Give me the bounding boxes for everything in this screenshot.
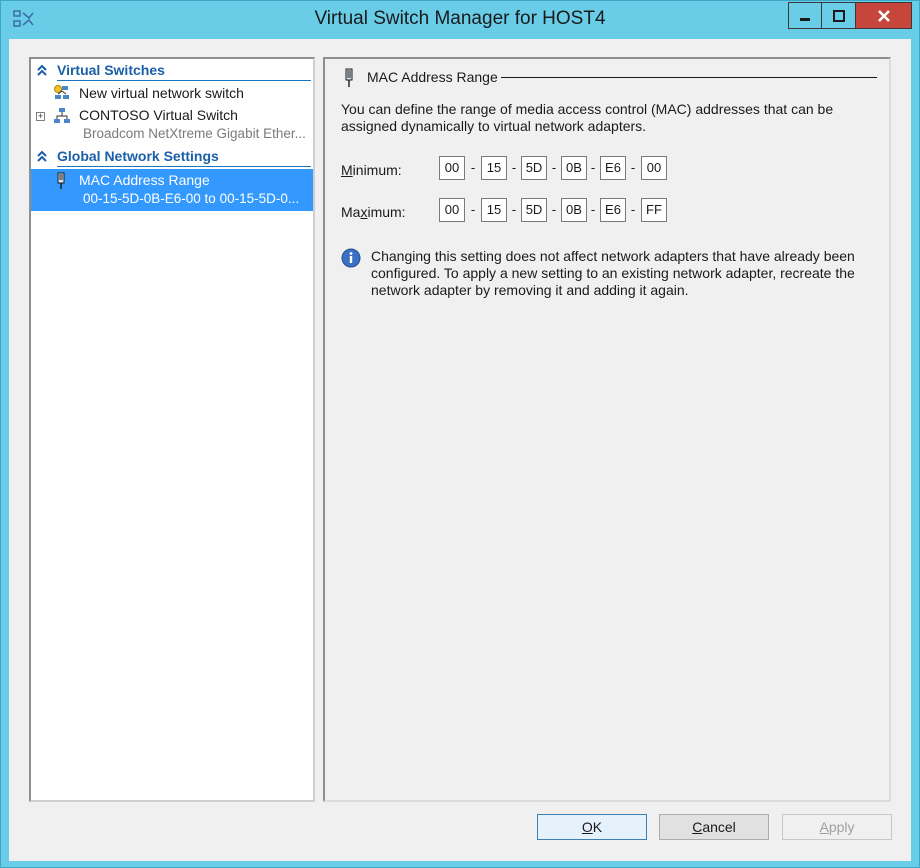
info-message: Changing this setting does not affect ne… [371,248,855,298]
network-adapter-icon [345,68,353,87]
mac-octet-field[interactable]: E6 [600,198,626,222]
octet-separator: - [590,160,596,175]
octet-separator: - [551,202,557,217]
window-title: Virtual Switch Manager for HOST4 [314,8,606,29]
mac-octet-field[interactable]: 5D [521,198,547,222]
collapse-chevron-icon[interactable] [36,149,48,163]
tree-item-sublabel: Broadcom NetXtreme Gigabit Ether... [83,126,306,141]
info-icon [341,248,361,268]
title-divider [501,77,877,78]
mac-octet-field[interactable]: 0B [561,198,587,222]
mac-octet-field[interactable]: 5D [521,156,547,180]
network-switch-icon [54,108,70,123]
navigation-pane: Virtual Switches New virtual network swi… [29,57,315,802]
octet-separator: - [630,202,636,217]
section-label: Virtual Switches [57,62,165,78]
tree-item-contoso-switch[interactable]: + CONTOSO Virtual Switch Broadcom NetXtr… [31,105,313,145]
network-adapter-icon [57,172,65,189]
ok-button[interactable]: OK [537,814,647,840]
section-header-global-network-settings[interactable]: Global Network Settings [31,147,313,167]
details-pane: MAC Address Range You can define the ran… [323,57,891,802]
section-label: Global Network Settings [57,148,219,164]
mac-octet-field[interactable]: 00 [439,156,465,180]
octet-separator: - [470,202,476,217]
maximize-icon [832,9,845,22]
description-text: You can define the range of media access… [341,101,834,134]
details-title: MAC Address Range [367,69,498,85]
minimize-button[interactable] [788,2,822,29]
section-divider [57,80,311,81]
section-divider [57,166,311,167]
mac-octet-field[interactable]: 15 [481,198,507,222]
octet-separator: - [630,160,636,175]
minimize-icon [800,17,810,21]
window: Virtual Switch Manager for HOST4 Virtual… [0,0,920,868]
tree-item-label: CONTOSO Virtual Switch [79,107,238,123]
section-header-virtual-switches[interactable]: Virtual Switches [31,61,313,81]
tree-item-label: New virtual network switch [79,85,244,101]
tree-item-sublabel: 00-15-5D-0B-E6-00 to 00-15-5D-0... [83,191,300,206]
close-icon [877,9,890,22]
mac-octet-field[interactable]: 00 [439,198,465,222]
new-switch-icon [54,85,69,99]
mac-octet-field[interactable]: 0B [561,156,587,180]
collapse-chevron-icon[interactable] [36,63,48,77]
mac-octet-field[interactable]: 00 [641,156,667,180]
octet-separator: - [511,202,517,217]
maximum-label: Maximum: [341,204,406,220]
octet-separator: - [511,160,517,175]
tree-item-label: MAC Address Range [79,172,210,188]
tree-item-mac-address-range[interactable]: MAC Address Range 00-15-5D-0B-E6-00 to 0… [31,169,313,211]
dialog-client-area: Virtual Switches New virtual network swi… [9,39,911,861]
expand-icon[interactable]: + [36,112,45,121]
cancel-button[interactable]: Cancel [659,814,769,840]
maximize-button[interactable] [822,2,856,29]
mac-octet-field[interactable]: FF [641,198,667,222]
mac-octet-field[interactable]: 15 [481,156,507,180]
tree-item-new-switch[interactable]: New virtual network switch [31,83,313,105]
octet-separator: - [551,160,557,175]
close-button[interactable] [856,2,912,29]
mac-octet-field[interactable]: E6 [600,156,626,180]
octet-separator: - [470,160,476,175]
title-bar[interactable]: Virtual Switch Manager for HOST4 [1,1,919,39]
minimum-label: Minimum: [341,162,402,178]
octet-separator: - [590,202,596,217]
apply-button[interactable]: Apply [782,814,892,840]
